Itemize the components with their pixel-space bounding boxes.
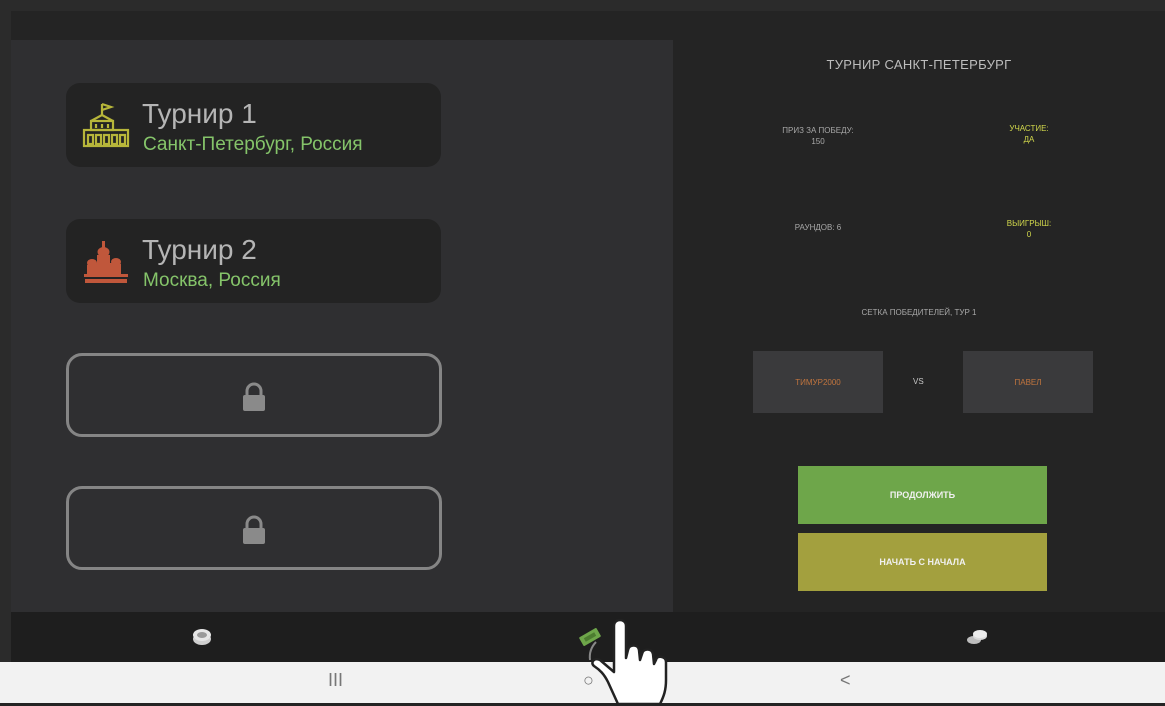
participation-value: ДА — [1023, 135, 1035, 144]
tournament-city: Санкт-Петербург, Россия — [143, 134, 363, 155]
recents-button[interactable]: III — [328, 670, 343, 691]
lock-icon — [243, 515, 265, 544]
kremlin-icon — [84, 241, 128, 283]
winnings-info: ВЫИГРЫШ: 0 — [979, 218, 1079, 240]
tournament-card-1[interactable]: Турнир 1 Санкт-Петербург, Россия — [66, 83, 441, 167]
status-strip — [0, 0, 1165, 11]
tournament-name: Турнир 2 — [142, 234, 257, 265]
back-button[interactable]: < — [840, 670, 851, 691]
prize-value: 150 — [811, 137, 825, 146]
system-nav-bar: III ○ < — [0, 662, 1165, 703]
prize-info: ПРИЗ ЗА ПОБЕДУ: 150 — [768, 125, 868, 147]
player-1-card: ТИМУР2000 — [753, 351, 883, 413]
tournament-detail-panel: ТУРНИР САНКТ-ПЕТЕРБУРГ ПРИЗ ЗА ПОБЕДУ: 1… — [673, 11, 1165, 612]
winnings-value: 0 — [1026, 230, 1032, 239]
tournament-city: Москва, Россия — [143, 270, 281, 291]
pointer-hand-icon — [588, 618, 668, 706]
stack-icon[interactable] — [191, 627, 213, 647]
tournament-card-2[interactable]: Турнир 2 Москва, Россия — [66, 219, 441, 303]
participation-info: УЧАСТИЕ: ДА — [979, 123, 1079, 145]
rounds-info: РАУНДОВ: 6 — [794, 223, 842, 232]
player-2-card: ПАВЕЛ — [963, 351, 1093, 413]
restart-button[interactable]: НАЧАТЬ С НАЧАЛА — [798, 533, 1047, 591]
lock-icon — [243, 382, 265, 411]
detail-title: ТУРНИР САНКТ-ПЕТЕРБУРГ — [826, 57, 1012, 72]
winnings-label: ВЫИГРЫШ: — [1006, 219, 1052, 228]
versus-label: VS — [913, 377, 924, 386]
prize-label: ПРИЗ ЗА ПОБЕДУ: — [782, 126, 854, 135]
bracket-label: СЕТКА ПОБЕДИТЕЛЕЙ, ТУР 1 — [861, 308, 977, 317]
continue-button[interactable]: ПРОДОЛЖИТЬ — [798, 466, 1047, 524]
participation-label: УЧАСТИЕ: — [1009, 124, 1049, 133]
locked-tournament-slot[interactable] — [66, 353, 442, 437]
tournament-name: Турнир 1 — [142, 98, 257, 129]
coins-icon[interactable] — [966, 627, 988, 647]
tournament-list: Турнир 1 Санкт-Петербург, Россия Турнир … — [11, 40, 673, 612]
locked-tournament-slot[interactable] — [66, 486, 442, 570]
left-edge — [0, 0, 11, 662]
palace-icon — [82, 102, 130, 148]
